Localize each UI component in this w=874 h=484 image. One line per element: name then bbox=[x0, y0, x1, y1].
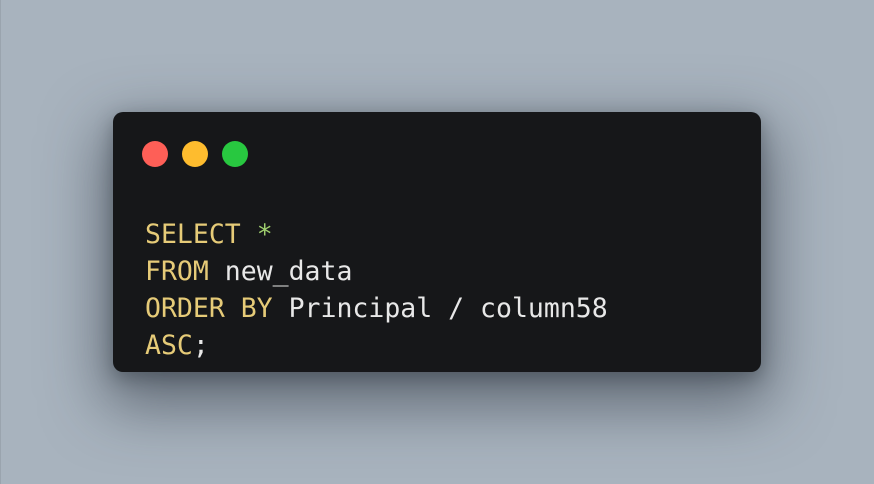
minimize-button-icon[interactable] bbox=[182, 141, 208, 167]
sql-table-name: new_data bbox=[208, 256, 353, 287]
sql-keyword-asc: ASC bbox=[145, 330, 193, 361]
code-line: ASC; bbox=[145, 327, 608, 364]
sql-wildcard: * bbox=[256, 219, 273, 250]
code-line: ORDER BY Principal / column58 bbox=[145, 290, 608, 327]
sql-code-block: SELECT * FROM new_data ORDER BY Principal … bbox=[145, 216, 608, 364]
code-line: FROM new_data bbox=[145, 253, 608, 290]
sql-keyword-from: FROM bbox=[145, 256, 209, 287]
sql-order-expression: Principal / column58 bbox=[272, 293, 608, 324]
sql-keyword-order-by: ORDER BY bbox=[145, 293, 273, 324]
code-line: SELECT * bbox=[145, 216, 608, 253]
close-button-icon[interactable] bbox=[142, 141, 168, 167]
code-snippet-window: SELECT * FROM new_data ORDER BY Principal … bbox=[113, 112, 761, 372]
window-controls bbox=[142, 141, 248, 167]
page-edge bbox=[0, 0, 1, 484]
sql-keyword-select: SELECT bbox=[145, 219, 241, 250]
maximize-button-icon[interactable] bbox=[222, 141, 248, 167]
sql-terminator: ; bbox=[192, 330, 209, 361]
